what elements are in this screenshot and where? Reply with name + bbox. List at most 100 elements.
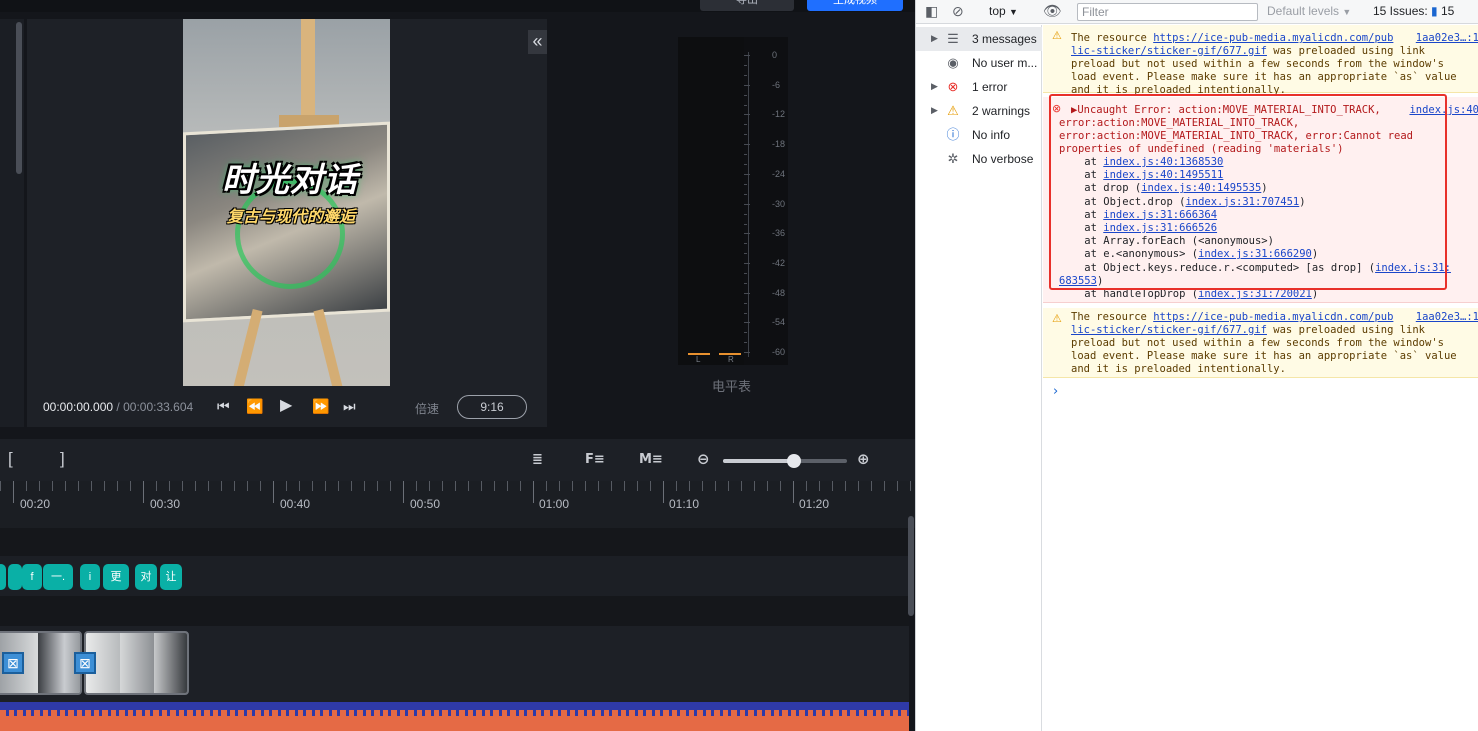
ruler-tick	[598, 481, 599, 491]
skip-start-icon[interactable]: ⏮	[217, 398, 230, 414]
stack-link[interactable]: index.js:31:	[1375, 262, 1451, 274]
clip-thumbnail	[120, 633, 154, 693]
rewind-icon[interactable]: ⏪	[246, 398, 263, 414]
issues-button[interactable]: 15 Issues: ▮ 15	[1373, 4, 1454, 18]
in-point-icon[interactable]: [	[8, 449, 13, 469]
resource-link[interactable]: lic-sticker/sticker-gif/677.gif	[1071, 45, 1267, 57]
filter-input[interactable]: Filter	[1077, 3, 1258, 21]
expand-arrow-icon[interactable]: ▶	[931, 33, 938, 44]
stack-link[interactable]: index.js:31:720021	[1198, 288, 1312, 300]
sidebar-item-error[interactable]: ▶ ⊗ 1 error	[916, 75, 1042, 99]
collapse-icon[interactable]: «	[528, 30, 547, 54]
text-clip[interactable]: i	[80, 564, 100, 590]
split-icon[interactable]: F≡	[585, 452, 605, 467]
sidebar-item-warning[interactable]: ▶ ⚠ 2 warnings	[916, 99, 1042, 123]
ruler-tick	[767, 481, 768, 491]
stack-link[interactable]: 683553	[1059, 275, 1097, 287]
track-list-icon[interactable]: ≣	[532, 452, 543, 467]
sidebar-item-info[interactable]: ⓘ No info	[916, 123, 1042, 147]
ruler-tick	[39, 481, 40, 491]
console-warning[interactable]: ⚠ The resource https://ice-pub-media.mya…	[1043, 308, 1478, 378]
meter-tick	[744, 55, 750, 56]
ruler-label: 00:20	[20, 497, 51, 511]
source-link[interactable]: 1aa02e3…:1	[1416, 32, 1478, 44]
transition-icon[interactable]: ⊠	[74, 652, 96, 674]
console-error[interactable]: ⊗ ▶Uncaught Error: action:MOVE_MATERIAL_…	[1043, 97, 1478, 303]
resource-link[interactable]: https://ice-pub-media.myalicdn.com/pub	[1153, 311, 1393, 323]
context-selector[interactable]: top ▼	[989, 4, 1018, 18]
sidebar-item-label: 3 messages	[972, 32, 1037, 46]
ruler-tick	[260, 481, 261, 491]
transition-icon[interactable]: ⊠	[2, 652, 24, 674]
merge-icon[interactable]: M≡	[639, 452, 663, 467]
timeline-track[interactable]	[0, 596, 909, 626]
play-icon[interactable]: ▶	[280, 398, 292, 414]
out-point-icon[interactable]: ]	[60, 449, 65, 469]
clear-console-icon[interactable]: ⊘	[952, 3, 964, 20]
timeline-track[interactable]	[0, 528, 909, 556]
aspect-ratio-button[interactable]: 9:16	[457, 395, 527, 419]
meter-scale-label: -42	[772, 257, 786, 268]
text-clip[interactable]	[8, 564, 22, 590]
stack-text: )	[1261, 182, 1268, 195]
sidebar-toggle-icon[interactable]: ◧	[925, 3, 938, 20]
text-clip[interactable]: 更	[103, 564, 129, 590]
text-clip[interactable]	[0, 564, 6, 590]
sidebar-item-label: No info	[972, 128, 1011, 142]
warning-icon: ⚠	[947, 103, 959, 118]
ruler-label: 01:00	[539, 497, 570, 511]
stack-link[interactable]: index.js:31:666526	[1103, 222, 1217, 234]
generate-video-button[interactable]: 生成视频	[807, 0, 903, 11]
stack-link[interactable]: index.js:31:666364	[1103, 209, 1217, 221]
sidebar-item-user[interactable]: ◉ No user m...	[916, 51, 1042, 75]
ruler-tick	[689, 481, 690, 491]
meter-tick	[744, 144, 750, 146]
resource-link[interactable]: lic-sticker/sticker-gif/677.gif	[1071, 324, 1267, 336]
stack-link[interactable]: index.js:40:1495511	[1103, 169, 1223, 181]
sidebar-item-list[interactable]: ▶ ☰ 3 messages	[916, 27, 1042, 51]
timeline-scrollbar[interactable]	[908, 516, 914, 616]
message-line: preload but not used within a few second…	[1071, 337, 1444, 349]
source-link[interactable]: index.js:40	[1409, 104, 1478, 116]
stack-link[interactable]: index.js:31:707451	[1185, 196, 1299, 208]
fast-forward-icon[interactable]: ⏩	[312, 398, 329, 414]
text-clip[interactable]: f	[22, 564, 42, 590]
expand-arrow-icon[interactable]: ▶	[931, 81, 938, 92]
console-warning[interactable]: ⚠ The resource https://ice-pub-media.mya…	[1043, 25, 1478, 96]
ruler-tick	[884, 481, 885, 491]
ruler-tick	[52, 481, 53, 491]
stack-link[interactable]: index.js:40:1495535	[1141, 182, 1261, 194]
video-clip[interactable]	[84, 631, 189, 695]
ruler-tick	[494, 481, 495, 491]
meter-minor-tick	[744, 75, 747, 76]
audio-track[interactable]	[0, 702, 909, 731]
stack-link[interactable]: index.js:40:1368530	[1103, 156, 1223, 168]
stack-text: at	[1059, 208, 1104, 221]
zoom-out-icon[interactable]: ⊖	[697, 450, 710, 468]
zoom-in-icon[interactable]: ⊕	[857, 450, 870, 468]
timeline-ruler[interactable]: 00:20 00:30 00:40 00:50 01:00 01:10 01:20	[0, 481, 915, 528]
console-prompt[interactable]: ›	[1053, 384, 1058, 399]
levels-dropdown[interactable]: Default levels ▼	[1267, 4, 1351, 18]
export-button[interactable]: 导出	[700, 0, 794, 11]
meter-minor-tick	[744, 312, 747, 314]
message-text: was preloaded using link	[1266, 45, 1426, 57]
ruler-tick	[715, 481, 716, 491]
expand-arrow-icon[interactable]: ▶	[931, 105, 938, 116]
resource-link[interactable]: https://ice-pub-media.myalicdn.com/pub	[1153, 32, 1393, 44]
video-title-text[interactable]: 时光对话	[195, 153, 385, 201]
text-clip[interactable]: 让	[160, 564, 182, 590]
text-clip[interactable]: 对	[135, 564, 157, 590]
stack-link[interactable]: index.js:31:666290	[1198, 248, 1312, 260]
material-panel-scrollbar[interactable]	[16, 22, 22, 174]
zoom-slider-handle[interactable]	[786, 454, 801, 468]
text-clip[interactable]: 一.	[43, 564, 73, 590]
sidebar-item-label: 1 error	[972, 80, 1008, 94]
video-preview[interactable]: 时光对话 复古与现代的邂逅	[183, 19, 390, 386]
speed-button[interactable]: 倍速	[415, 400, 439, 417]
skip-end-icon[interactable]: ⏭	[343, 398, 356, 414]
video-subtitle-text[interactable]: 复古与现代的邂逅	[191, 203, 390, 227]
eye-icon[interactable]: 👁	[1043, 2, 1062, 20]
source-link[interactable]: 1aa02e3…:1	[1416, 311, 1478, 323]
sidebar-item-bug[interactable]: ✲ No verbose	[916, 147, 1042, 171]
